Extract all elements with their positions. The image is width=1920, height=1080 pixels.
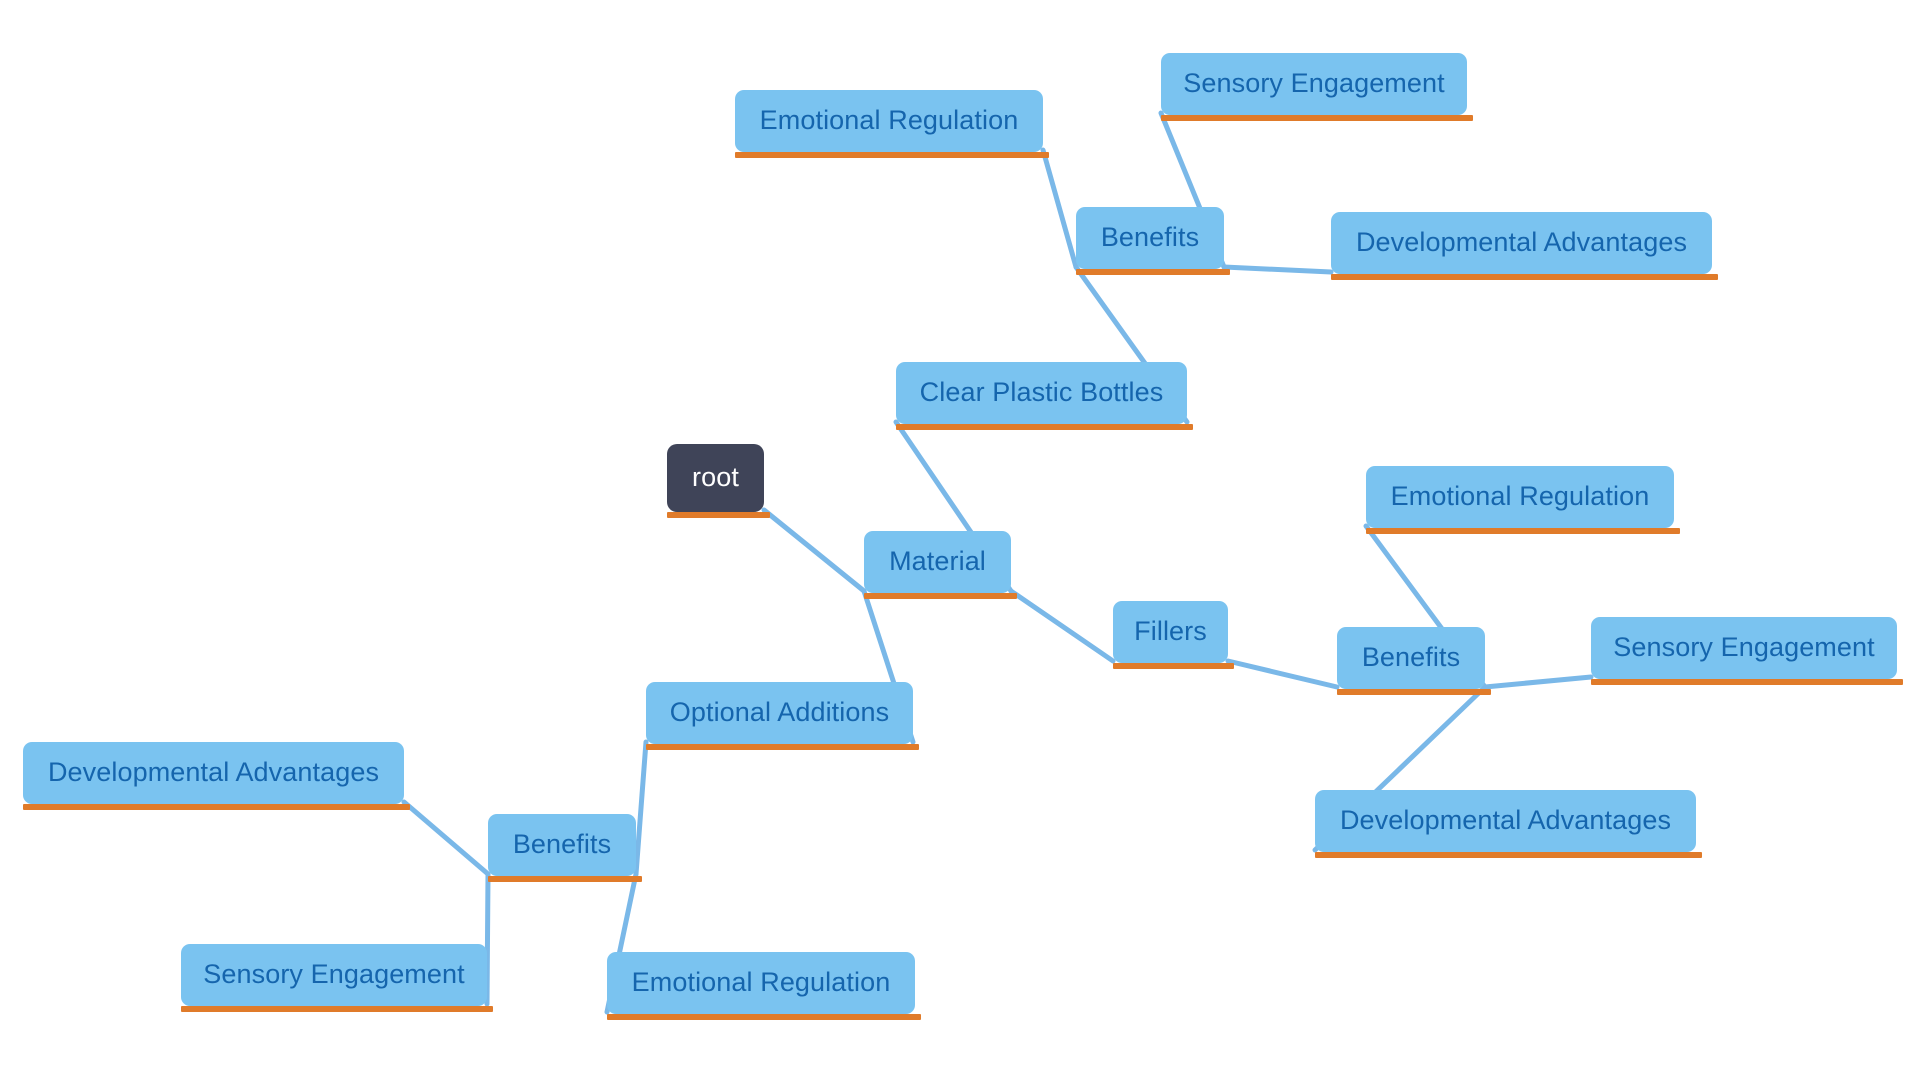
mindmap-node-underline: [1331, 274, 1718, 280]
mindmap-node-underline: [896, 424, 1193, 430]
mindmap-edge-ben-right-to-ben-rt-se: [1482, 674, 1594, 690]
mindmap-canvas: root Material Clear Plastic Bottles Fillers…: [0, 0, 1920, 1080]
mindmap-node-underline: [1337, 689, 1491, 695]
mindmap-node-ben-right[interactable]: Benefits: [1337, 627, 1485, 689]
mindmap-node-label: Fillers: [1134, 615, 1207, 646]
mindmap-edge-material-to-fillers: [1008, 588, 1116, 664]
mindmap-node-ben-top[interactable]: Benefits: [1076, 207, 1224, 269]
mindmap-node-label: Sensory Engagement: [1613, 631, 1875, 662]
mindmap-node-label: Developmental Advantages: [47, 756, 380, 787]
mindmap-node-underline: [646, 744, 919, 750]
mindmap-edge-fillers-to-ben-right: [1225, 658, 1340, 690]
mindmap-node-underline: [735, 152, 1049, 158]
mindmap-node-underline: [1113, 663, 1234, 669]
mindmap-node-ben-bt-se[interactable]: Sensory Engagement: [181, 944, 487, 1006]
mindmap-node-underline: [488, 876, 642, 882]
mindmap-node-label: Emotional Regulation: [1390, 480, 1650, 511]
mindmap-node-label: Developmental Advantages: [1355, 226, 1688, 257]
mindmap-node-ben-top-da[interactable]: Developmental Advantages: [1331, 212, 1712, 274]
mindmap-node-bottles[interactable]: Clear Plastic Bottles: [896, 362, 1187, 424]
mindmap-node-label: Emotional Regulation: [759, 104, 1019, 135]
mindmap-node-label: root: [692, 461, 739, 492]
mindmap-node-label: Benefits: [512, 828, 612, 859]
mindmap-node-underline: [1591, 679, 1903, 685]
mindmap-node-ben-rt-da[interactable]: Developmental Advantages: [1315, 790, 1696, 852]
mindmap-node-label: Optional Additions: [669, 696, 890, 727]
mindmap-node-underline: [181, 1006, 493, 1012]
mindmap-node-underline: [1161, 115, 1473, 121]
mindmap-node-ben-rt-er[interactable]: Emotional Regulation: [1366, 466, 1674, 528]
mindmap-node-label: Clear Plastic Bottles: [919, 376, 1164, 407]
mindmap-node-ben-bot[interactable]: Benefits: [488, 814, 636, 876]
mindmap-node-label: Developmental Advantages: [1339, 804, 1672, 835]
mindmap-node-ben-rt-se[interactable]: Sensory Engagement: [1591, 617, 1897, 679]
mindmap-node-ben-top-er[interactable]: Emotional Regulation: [735, 90, 1043, 152]
mindmap-node-material[interactable]: Material: [864, 531, 1011, 593]
mindmap-node-ben-top-se[interactable]: Sensory Engagement: [1161, 53, 1467, 115]
mindmap-node-label: Benefits: [1361, 641, 1461, 672]
mindmap-node-ben-bt-er[interactable]: Emotional Regulation: [607, 952, 915, 1014]
mindmap-node-label: Benefits: [1100, 221, 1200, 252]
mindmap-node-label: Material: [889, 545, 986, 576]
mindmap-edge-ben-bot-to-ben-bt-da: [401, 799, 491, 877]
mindmap-node-ben-bt-da[interactable]: Developmental Advantages: [23, 742, 404, 804]
mindmap-node-root[interactable]: root: [667, 444, 764, 512]
mindmap-edge-root-to-material: [761, 507, 867, 594]
mindmap-node-label: Emotional Regulation: [631, 966, 891, 997]
mindmap-node-underline: [1315, 852, 1702, 858]
mindmap-edge-ben-top-to-ben-top-er: [1040, 147, 1079, 270]
mindmap-node-underline: [607, 1014, 921, 1020]
mindmap-node-underline: [23, 804, 410, 810]
mindmap-node-underline: [1366, 528, 1680, 534]
mindmap-node-label: Sensory Engagement: [203, 958, 465, 989]
mindmap-node-underline: [667, 512, 770, 518]
mindmap-edge-ben-top-to-ben-top-da: [1221, 264, 1334, 275]
mindmap-edge-optional-to-ben-bot: [633, 739, 649, 877]
mindmap-node-optional[interactable]: Optional Additions: [646, 682, 913, 744]
mindmap-node-label: Sensory Engagement: [1183, 67, 1445, 98]
mindmap-edge-ben-bot-to-ben-bt-se: [484, 871, 491, 1007]
mindmap-node-underline: [864, 593, 1017, 599]
mindmap-node-fillers[interactable]: Fillers: [1113, 601, 1228, 663]
mindmap-node-underline: [1076, 269, 1230, 275]
